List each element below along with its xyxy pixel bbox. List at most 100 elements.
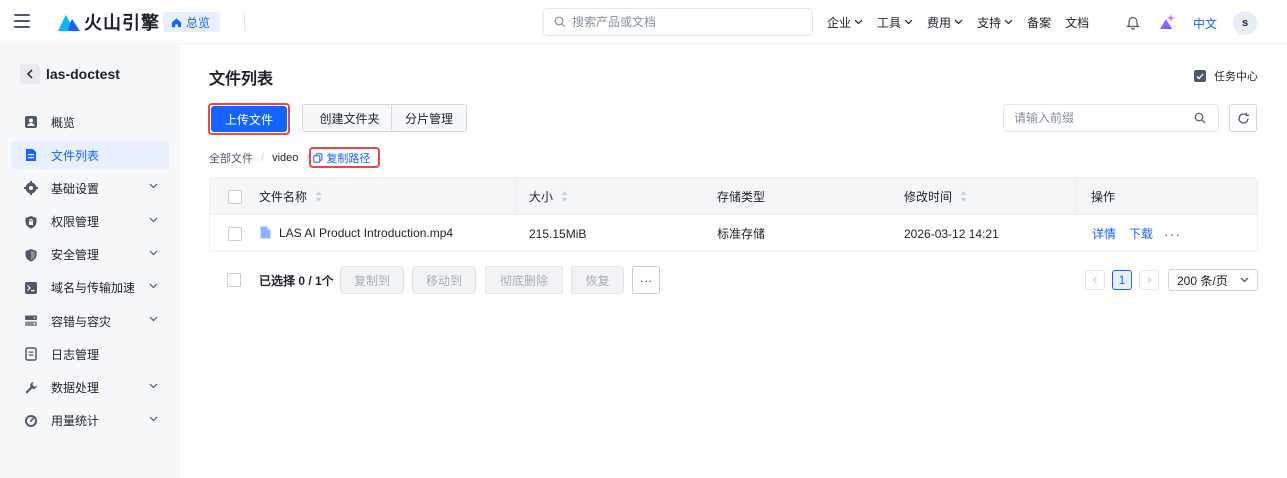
sidebar-item-label: 数据处理 [51,381,100,395]
chevron-down-icon [1240,277,1249,283]
search-icon[interactable] [1194,112,1206,124]
global-search[interactable] [543,8,813,36]
modified-time-cell: 2026-03-12 14:21 [904,215,999,252]
sidebar-item-label: 概览 [51,115,76,130]
bucket-header: las-doctest [20,64,120,84]
breadcrumb-separator: / [306,152,310,164]
page-size-select[interactable]: 200 条/页 [1168,269,1258,291]
bell-icon[interactable] [1126,15,1140,30]
permanent-delete-button[interactable]: 彻底删除 [485,266,563,294]
copy-icon [313,153,323,163]
nav-enterprise[interactable]: 企业 [827,14,863,31]
row-select-cell [228,215,242,252]
log-icon [23,346,39,362]
back-button[interactable] [20,64,40,84]
chevron-down-icon [904,19,913,25]
top-nav-menu: 企业 工具 费用 支持 备案 文档 [827,0,1103,44]
nav-icp-filing-label: 备案 [1027,15,1052,30]
sidebar-nav: 概览 文件列表 基础设置 权限管理 安全管理 域名与传输加速 容错与容灾 日志管… [11,108,169,440]
avatar[interactable]: s [1233,11,1257,35]
actions-cell: 详情 下载 ··· [1092,215,1181,252]
brand-logo[interactable]: 火山引擎 [58,11,160,33]
sidebar-item-label: 域名与传输加速 [51,281,136,296]
sidebar-item-file-list[interactable]: 文件列表 [11,141,169,170]
sort-icon[interactable] [960,191,967,202]
sidebar-item-label: 用量统计 [51,414,100,429]
chevron-down-icon [149,383,158,388]
breadcrumb-root[interactable]: 全部文件 [209,150,253,166]
sidebar-item-fault-tolerance[interactable]: 容错与容灾 [11,307,169,335]
details-link[interactable]: 详情 [1092,225,1116,242]
page-number-current[interactable]: 1 [1112,270,1132,290]
copy-path-button[interactable]: 复制路径 [313,150,370,166]
global-search-input[interactable] [572,15,792,29]
nav-docs[interactable]: 文档 [1065,14,1089,31]
nav-icp-filing[interactable]: 备案 [1027,14,1051,31]
download-link[interactable]: 下载 [1129,225,1153,242]
modified-time: 2026-03-12 14:21 [904,226,999,241]
overview-home-button[interactable]: 总览 [163,12,221,32]
column-header-label: 修改时间 [904,190,953,204]
footer-select-all-checkbox[interactable] [227,273,241,287]
prev-page-button[interactable] [1085,270,1105,290]
sidebar-item-data-processing[interactable]: 数据处理 [11,374,169,402]
selected-count: 已选择 0 / 1个 [259,273,334,288]
more-batch-actions-button[interactable]: ··· [632,266,660,294]
ai-assistant-icon[interactable] [1158,13,1176,31]
file-list-icon [23,147,39,163]
column-header-storage-class: 存储类型 [717,178,765,215]
nav-tools[interactable]: 工具 [877,14,913,31]
nav-docs-label: 文档 [1065,15,1090,30]
column-header-name[interactable]: 文件名称 [259,178,322,215]
nav-support[interactable]: 支持 [977,14,1013,31]
batch-actions-bar: 已选择 0 / 1个 复制到 移动到 彻底删除 恢复 ··· 1 200 条/页 [209,266,1258,294]
restore-button[interactable]: 恢复 [571,266,624,294]
create-folder-button[interactable]: 创建文件夹 [302,104,397,132]
sidebar-item-usage-stats[interactable]: 用量统计 [11,407,169,435]
refresh-button[interactable] [1229,104,1257,132]
column-header-modified[interactable]: 修改时间 [904,178,967,215]
sidebar-item-logs[interactable]: 日志管理 [11,340,169,368]
nav-billing-label: 费用 [927,15,952,30]
volcano-logo-icon [58,15,80,31]
column-header-label: 文件名称 [259,190,308,204]
sidebar-item-domain-acceleration[interactable]: 域名与传输加速 [11,274,169,302]
row-checkbox[interactable] [228,226,242,241]
search-icon [554,16,566,28]
upload-file-button[interactable]: 上传文件 [211,106,287,132]
home-icon [171,17,182,27]
more-actions-button[interactable]: ··· [1164,227,1181,241]
sidebar-item-security[interactable]: 安全管理 [11,241,169,269]
storage-class-cell: 标准存储 [717,215,765,252]
table-header: 文件名称 大小 存储类型 修改时间 操作 [210,178,1257,215]
sort-icon[interactable] [561,191,568,202]
sidebar-item-label: 文件列表 [51,148,100,163]
column-header-size[interactable]: 大小 [529,178,568,215]
nav-billing[interactable]: 费用 [927,14,963,31]
multipart-management-button[interactable]: 分片管理 [391,104,467,132]
hamburger-menu-icon[interactable] [14,14,30,28]
sidebar-item-overview[interactable]: 概览 [11,108,169,136]
file-name[interactable]: LAS AI Product Introduction.mp4 [279,226,453,240]
sidebar-item-label: 基础设置 [51,181,100,196]
sort-icon[interactable] [315,191,322,202]
column-header-actions: 操作 [1091,178,1115,215]
sidebar-item-permissions[interactable]: 权限管理 [11,208,169,236]
select-all-checkbox[interactable] [228,189,242,204]
column-divider [515,178,516,215]
nav-tools-label: 工具 [877,15,902,30]
breadcrumb-current: video [272,152,299,164]
move-to-button[interactable]: 移动到 [412,266,476,294]
file-name-cell[interactable]: LAS AI Product Introduction.mp4 [260,214,453,251]
sidebar-item-basic-settings[interactable]: 基础设置 [11,174,169,202]
chevron-left-icon [1092,276,1097,284]
next-page-button[interactable] [1139,270,1159,290]
prefix-search[interactable] [1003,104,1219,132]
chevron-down-icon [149,183,158,189]
prefix-search-input[interactable] [1014,111,1184,125]
language-switch[interactable]: 中文 [1193,15,1217,32]
select-all-cell [228,178,242,215]
chevron-down-icon [149,250,158,256]
copy-to-button[interactable]: 复制到 [340,266,404,294]
task-center-button[interactable]: 任务中心 [1194,68,1258,84]
